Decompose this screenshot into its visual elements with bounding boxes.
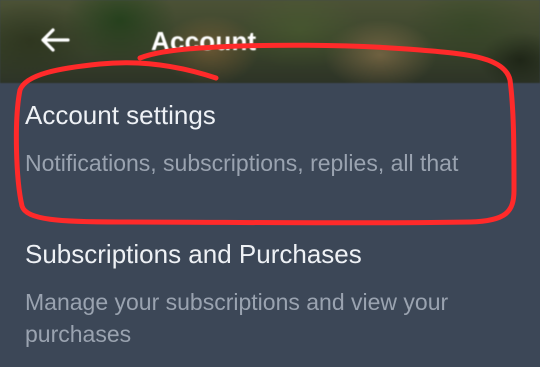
back-button[interactable] bbox=[34, 20, 76, 60]
list-item-account-settings[interactable]: Account settings Notifications, subscrip… bbox=[0, 83, 540, 223]
header-banner: Account bbox=[0, 0, 540, 83]
settings-list: Account settings Notifications, subscrip… bbox=[0, 83, 540, 350]
page-title: Account bbox=[151, 26, 257, 56]
arrow-left-icon bbox=[41, 28, 70, 52]
item-title: Subscriptions and Purchases bbox=[25, 239, 362, 269]
item-description: Notifications, subscriptions, replies, a… bbox=[25, 150, 459, 176]
header-shade bbox=[0, 0, 540, 83]
item-description: Manage your subscriptions and view your … bbox=[25, 289, 449, 347]
list-item-subscriptions-and-purchases[interactable]: Subscriptions and Purchases Manage your … bbox=[0, 223, 540, 350]
item-title: Account settings bbox=[25, 100, 216, 130]
account-screen: Account Account settings Notifications, … bbox=[0, 0, 540, 367]
